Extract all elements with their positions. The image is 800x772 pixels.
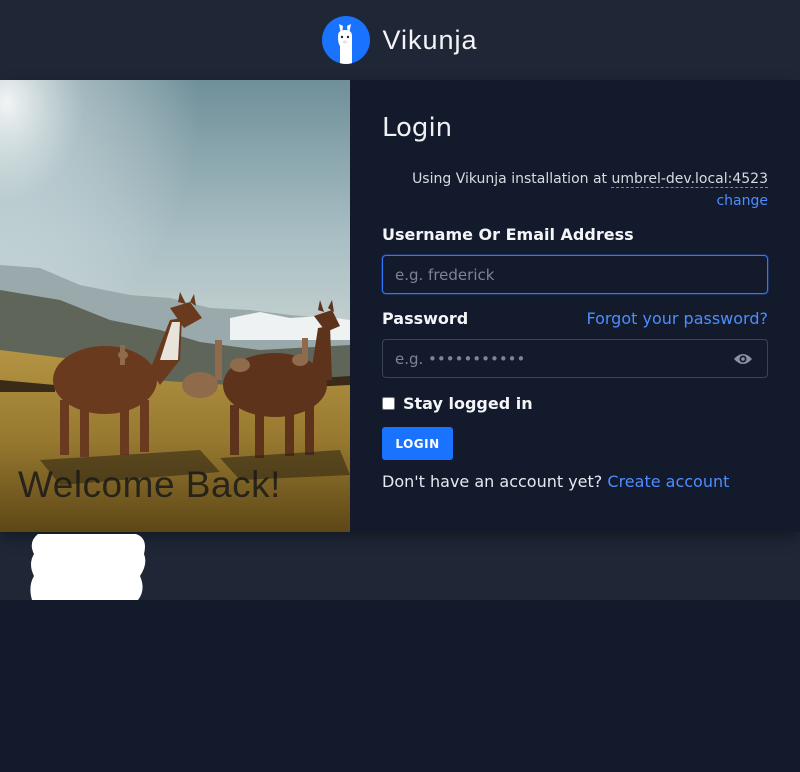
login-card: Welcome Back! Login Using Vikunja instal…: [0, 80, 800, 532]
installation-url: umbrel-dev.local:4523: [611, 171, 768, 188]
page-title: Login: [382, 113, 453, 143]
installation-info: Using Vikunja installation at umbrel-dev…: [412, 171, 768, 188]
stay-logged-in-checkbox[interactable]: [382, 397, 395, 410]
top-navbar: Vikunja: [0, 0, 800, 80]
welcome-heading: Welcome Back!: [18, 464, 281, 505]
stay-logged-in[interactable]: Stay logged in: [382, 394, 533, 413]
white-shape: [28, 534, 150, 600]
password-label: Password: [382, 309, 469, 328]
signup-prompt-text: Don't have an account yet?: [382, 472, 603, 491]
signup-prompt: Don't have an account yet? Create accoun…: [382, 472, 729, 491]
forgot-password-link[interactable]: Forgot your password?: [586, 309, 768, 328]
brand[interactable]: Vikunja: [322, 16, 477, 64]
create-account-link[interactable]: Create account: [607, 472, 729, 491]
installation-prefix: Using Vikunja installation at: [412, 171, 608, 187]
eye-icon[interactable]: [733, 351, 753, 367]
brand-name: Vikunja: [382, 24, 478, 55]
password-field[interactable]: [382, 339, 768, 378]
username-label: Username Or Email Address: [382, 225, 634, 244]
username-field[interactable]: [382, 255, 768, 294]
login-button[interactable]: LOGIN: [382, 427, 453, 460]
username-input[interactable]: [383, 256, 767, 293]
llama-logo-icon: [322, 16, 371, 64]
llama-hero-image: Welcome Back!: [0, 80, 350, 532]
change-installation-link[interactable]: change: [716, 193, 768, 209]
stay-logged-in-label: Stay logged in: [403, 394, 533, 413]
password-input[interactable]: [383, 340, 767, 377]
